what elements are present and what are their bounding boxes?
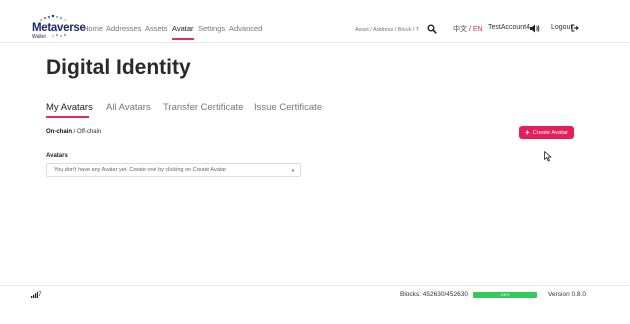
top-navbar: Metaverse Wallet Home Addresses Assets A… <box>0 0 630 43</box>
plus-icon: + <box>524 127 530 137</box>
logo-dots-icon <box>40 14 66 21</box>
lang-cn-option[interactable]: 中文 <box>453 26 467 33</box>
chain-filter: On-chain / Off-chain <box>46 129 101 135</box>
page-title: Digital Identity <box>46 56 191 79</box>
logout-icon[interactable] <box>571 24 579 32</box>
nav-advanced[interactable]: Advanced <box>229 24 262 33</box>
cursor-icon <box>544 151 552 162</box>
block-height: Blocks: 452630/452630 <box>400 291 468 298</box>
tab-all-avatars[interactable]: All Avatars <box>106 102 151 113</box>
logo-accent-dots-icon <box>52 34 66 37</box>
sound-icon[interactable] <box>530 24 540 33</box>
nav-home[interactable]: Home <box>83 24 103 33</box>
tab-my-avatars[interactable]: My Avatars <box>46 102 93 113</box>
sync-progress-bar: 100% <box>473 292 537 298</box>
search-icon[interactable] <box>427 24 437 34</box>
version-label: Version 0.8.0 <box>548 291 586 298</box>
avatars-select-value: You don't have any Avatar yet. Create on… <box>54 167 227 173</box>
peer-count: 7 <box>38 291 42 298</box>
account-name[interactable]: TestAccount4 <box>488 24 530 31</box>
sync-progress-label: 100% <box>500 293 510 297</box>
nav-addresses[interactable]: Addresses <box>106 24 141 33</box>
lang-en-option[interactable]: EN <box>473 26 483 33</box>
tab-transfer-certificate[interactable]: Transfer Certificate <box>163 102 243 113</box>
nav-settings[interactable]: Settings <box>198 24 225 33</box>
create-avatar-button[interactable]: + Create Avatar <box>519 126 574 139</box>
signal-icon <box>31 292 38 298</box>
sync-progress-fill: 100% <box>473 292 537 298</box>
metaverse-logo[interactable]: Metaverse Wallet <box>32 14 86 40</box>
tab-active-indicator <box>46 116 89 118</box>
nav-active-indicator <box>172 38 194 40</box>
create-avatar-label: Create Avatar <box>532 129 568 136</box>
avatars-select[interactable]: You don't have any Avatar yet. Create on… <box>46 163 301 177</box>
logo-subtitle: Wallet <box>32 34 46 40</box>
status-bar: 7 Blocks: 452630/452630 100% Version 0.8… <box>0 285 630 324</box>
nav-avatar[interactable]: Avatar <box>172 24 194 33</box>
search-input[interactable] <box>355 24 423 36</box>
avatars-label: Avatars <box>46 153 68 159</box>
logout-link[interactable]: Logout <box>551 24 572 31</box>
nav-assets[interactable]: Assets <box>145 24 168 33</box>
tab-issue-certificate[interactable]: Issue Certificate <box>254 102 322 113</box>
search-box <box>355 24 439 36</box>
offchain-filter[interactable]: Off-chain <box>77 129 101 135</box>
caret-down-icon: ▼ <box>291 168 295 173</box>
language-switcher: 中文 / EN <box>453 24 483 34</box>
onchain-filter[interactable]: On-chain <box>46 129 72 135</box>
